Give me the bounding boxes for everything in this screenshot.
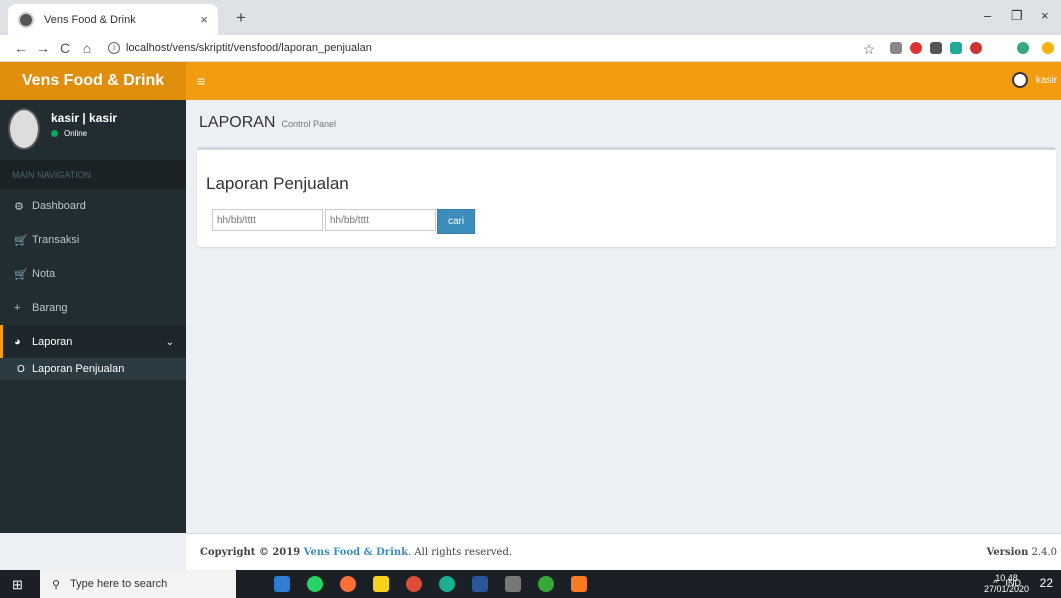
sidebar-item-nota[interactable]: 🛒 Nota bbox=[0, 257, 186, 291]
forward-button[interactable]: → bbox=[32, 40, 54, 56]
home-button[interactable]: ⌂ bbox=[76, 40, 98, 56]
date-from-input[interactable] bbox=[212, 209, 323, 231]
clock-time: 10.48 bbox=[995, 573, 1018, 583]
user-menu-name: kasir bbox=[1035, 74, 1057, 86]
windows-taskbar: ⊞ ⚲ Type here to search ^ IND 10.48 27/0… bbox=[0, 570, 1061, 598]
pie-chart-icon: ◕ bbox=[14, 336, 21, 348]
brand-logo[interactable]: Vens Food & Drink bbox=[0, 62, 186, 100]
clock-date: 27/01/2020 bbox=[983, 584, 1029, 594]
avatar bbox=[1011, 72, 1028, 88]
sidebar-item-barang[interactable]: + Barang bbox=[0, 291, 186, 325]
xampp-icon[interactable] bbox=[571, 576, 587, 592]
restore-button[interactable]: ❐ bbox=[1011, 8, 1023, 24]
tab-close-icon[interactable]: × bbox=[200, 12, 208, 27]
info-icon[interactable]: i bbox=[108, 42, 120, 54]
circle-icon: O bbox=[17, 363, 25, 375]
sidebar: kasir | kasir Online MAIN NAVIGATION ⚙ D… bbox=[0, 100, 186, 533]
top-navbar: ≡ kasir bbox=[186, 62, 1061, 100]
user-name: kasir | kasir bbox=[51, 111, 118, 125]
file-explorer-icon[interactable] bbox=[274, 576, 290, 592]
avatar bbox=[8, 108, 40, 150]
user-status: Online bbox=[51, 129, 87, 138]
taskbar-clock[interactable]: 10.48 27/01/2020 bbox=[984, 573, 1029, 595]
reload-button[interactable]: C bbox=[54, 40, 76, 56]
version-number: 2.4.0 bbox=[1031, 547, 1057, 558]
dashboard-icon: ⚙ bbox=[14, 200, 24, 213]
extension-icon[interactable] bbox=[890, 42, 902, 54]
user-menu[interactable]: kasir bbox=[1011, 72, 1057, 88]
update-icon[interactable] bbox=[1042, 42, 1054, 54]
user-status-text: Online bbox=[64, 129, 88, 138]
url-field[interactable]: i localhost/vens/skriptit/vensfood/lapor… bbox=[108, 42, 372, 54]
copyright-text: Copyright © 2019 Vens Food & Drink. All … bbox=[200, 547, 512, 558]
content-header: LAPORAN Control Panel bbox=[199, 114, 336, 132]
back-button[interactable]: ← bbox=[10, 40, 32, 56]
version-label: Version bbox=[986, 547, 1029, 558]
word-icon[interactable] bbox=[472, 576, 488, 592]
report-box: Laporan Penjualan cari bbox=[197, 147, 1056, 247]
tab-title: Vens Food & Drink bbox=[44, 13, 136, 26]
firefox-icon[interactable] bbox=[340, 576, 356, 592]
notification-badge[interactable]: 22 bbox=[1040, 576, 1053, 590]
page-title: LAPORAN bbox=[199, 114, 276, 131]
online-dot-icon bbox=[51, 130, 58, 137]
minimize-button[interactable]: – bbox=[984, 8, 991, 23]
extension-icon[interactable] bbox=[970, 42, 982, 54]
chevron-down-icon: ⌄ bbox=[165, 336, 174, 348]
url-text: localhost/vens/skriptit/vensfood/laporan… bbox=[126, 42, 372, 54]
site-favicon-icon bbox=[18, 11, 34, 28]
sidebar-item-transaksi[interactable]: 🛒 Transaksi bbox=[0, 223, 186, 257]
sidebar-item-label: Laporan bbox=[32, 336, 73, 348]
app-icon[interactable] bbox=[505, 576, 521, 592]
copyright-prefix: Copyright © 2019 bbox=[200, 547, 304, 558]
extension-icon[interactable] bbox=[930, 42, 942, 54]
sidebar-item-label: Nota bbox=[32, 268, 56, 280]
new-tab-button[interactable]: + bbox=[236, 8, 246, 28]
cart-icon: 🛒 bbox=[14, 234, 28, 247]
window-close-button[interactable]: × bbox=[1041, 8, 1049, 23]
profile-avatar[interactable] bbox=[1017, 42, 1029, 54]
plus-icon: + bbox=[14, 302, 21, 314]
app-icon[interactable] bbox=[538, 576, 554, 592]
sidebar-item-label: Barang bbox=[32, 302, 68, 314]
version-info: Version 2.4.0 bbox=[987, 547, 1057, 558]
footer-brand-link[interactable]: Vens Food & Drink bbox=[304, 547, 408, 558]
footer: Copyright © 2019 Vens Food & Drink. All … bbox=[186, 533, 1061, 570]
sidebar-item-label: Dashboard bbox=[32, 200, 86, 212]
bookmark-star-icon[interactable]: ☆ bbox=[858, 41, 880, 58]
box-title: Laporan Penjualan bbox=[206, 174, 349, 193]
sidebar-item-dashboard[interactable]: ⚙ Dashboard bbox=[0, 189, 186, 223]
windows-start-icon[interactable]: ⊞ bbox=[12, 577, 23, 593]
chrome-icon[interactable] bbox=[406, 576, 422, 592]
search-icon: ⚲ bbox=[52, 578, 61, 591]
browser-tabstrip: Vens Food & Drink × + – ❐ × bbox=[0, 0, 1061, 35]
page-subtitle: Control Panel bbox=[281, 119, 337, 129]
main-navigation-header: MAIN NAVIGATION bbox=[0, 160, 186, 189]
sidebar-subitem-laporan-penjualan[interactable]: O Laporan Penjualan bbox=[0, 358, 186, 380]
sidebar-item-laporan[interactable]: ◕ Laporan ⌄ bbox=[0, 325, 186, 359]
sticky-notes-icon[interactable] bbox=[373, 576, 389, 592]
user-panel: kasir | kasir Online bbox=[0, 100, 186, 160]
extension-icon[interactable] bbox=[950, 42, 962, 54]
app-icon[interactable] bbox=[439, 576, 455, 592]
taskbar-search-placeholder: Type here to search bbox=[70, 578, 168, 590]
sidebar-toggle-icon[interactable]: ≡ bbox=[197, 73, 205, 89]
search-button[interactable]: cari bbox=[437, 209, 475, 234]
whatsapp-icon[interactable] bbox=[307, 576, 323, 592]
extension-icon[interactable] bbox=[910, 42, 922, 54]
browser-tab[interactable]: Vens Food & Drink × bbox=[8, 4, 218, 35]
cart-icon: 🛒 bbox=[14, 268, 28, 281]
taskbar-search-field[interactable]: ⚲ Type here to search bbox=[40, 570, 236, 598]
sidebar-item-label: Transaksi bbox=[32, 234, 80, 246]
copyright-suffix: . All rights reserved. bbox=[408, 547, 513, 558]
sidebar-subitem-label: Laporan Penjualan bbox=[32, 363, 125, 375]
date-to-input[interactable] bbox=[325, 209, 436, 231]
